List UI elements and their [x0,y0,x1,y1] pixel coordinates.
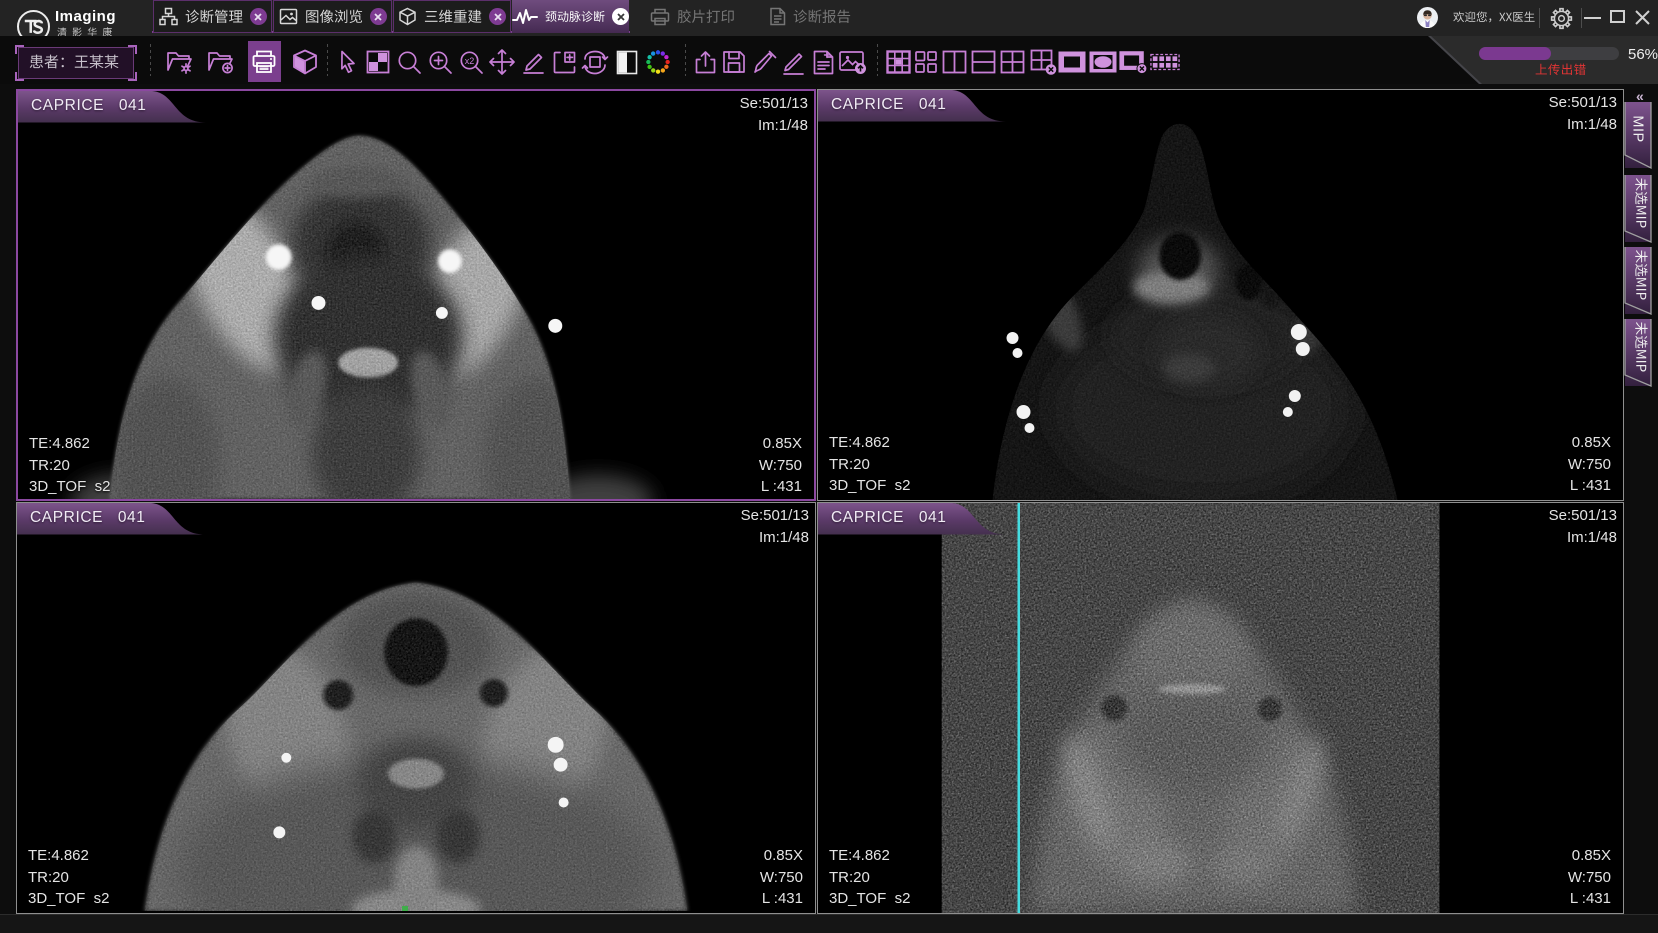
svg-text:x2: x2 [464,56,474,66]
